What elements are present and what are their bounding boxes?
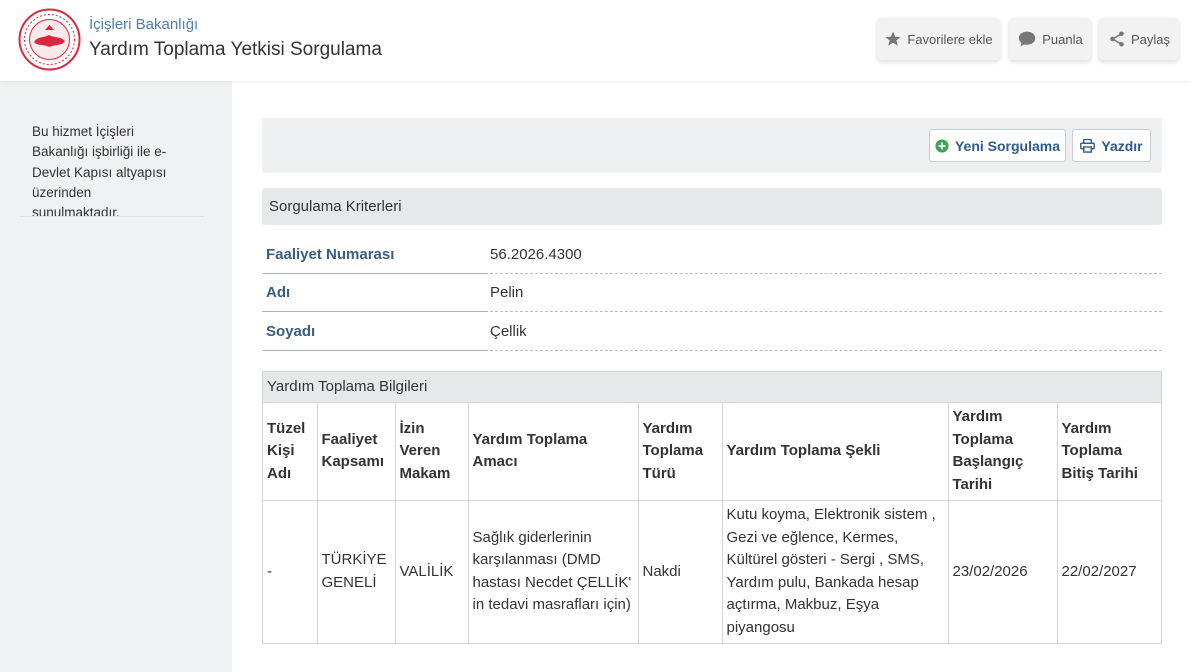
column-header: Yardım Toplama Başlangıç Tarihi	[948, 403, 1058, 501]
table-cell: TÜRKİYE GENELİ	[317, 500, 396, 643]
criteria-row: Faaliyet Numarası 56.2026.4300	[262, 236, 1162, 274]
criteria-label: Adı	[262, 274, 488, 312]
table-cell: Kutu koyma, Elektronik sistem , Gezi ve …	[722, 500, 949, 643]
plus-circle-icon	[935, 138, 949, 153]
share-label: Paylaş	[1130, 31, 1171, 47]
column-header: Faaliyet Kapsamı	[317, 403, 396, 501]
criteria-section-title: Sorgulama Kriterleri	[262, 188, 1162, 225]
criteria-row: Soyadı Çellik	[262, 313, 1162, 351]
column-header: Yardım Toplama Şekli	[722, 403, 949, 501]
criteria-value: Pelin	[490, 274, 1162, 312]
column-header: İzin Veren Makam	[395, 403, 469, 501]
results-table-panel: Yardım Toplama Bilgileri Tüzel Kişi Adı …	[262, 371, 1162, 644]
criteria-label: Soyadı	[262, 313, 488, 351]
criteria-value: Çellik	[490, 313, 1162, 351]
table-cell: -	[263, 500, 318, 643]
criteria-label: Faaliyet Numarası	[262, 236, 488, 274]
table-cell: Sağlık giderlerinin karşılanması (DMD ha…	[468, 500, 639, 643]
rate-label: Puanla	[1042, 31, 1083, 47]
results-table: Tüzel Kişi Adı Faaliyet Kapsamı İzin Ver…	[263, 403, 1161, 643]
table-cell: VALİLİK	[395, 500, 469, 643]
new-query-label: Yeni Sorgulama	[954, 137, 1061, 154]
favorite-label: Favorilere ekle	[907, 31, 993, 47]
table-row: - TÜRKİYE GENELİ VALİLİK Sağlık giderler…	[263, 500, 1161, 643]
share-icon	[1110, 31, 1124, 47]
page-header: İçişleri Bakanlığı Yardım Toplama Yetkis…	[0, 0, 1191, 81]
table-header-row: Tüzel Kişi Adı Faaliyet Kapsamı İzin Ver…	[263, 403, 1161, 501]
star-icon	[885, 31, 901, 46]
sidebar-divider	[20, 216, 204, 217]
ministry-name[interactable]: İçişleri Bakanlığı	[89, 16, 198, 33]
comment-icon	[1019, 31, 1036, 47]
new-query-button[interactable]: Yeni Sorgulama	[929, 129, 1066, 162]
column-header: Yardım Toplama Bitiş Tarihi	[1057, 403, 1161, 501]
share-button[interactable]: Paylaş	[1099, 18, 1179, 60]
print-label: Yazdır	[1101, 137, 1143, 154]
ministry-logo[interactable]	[18, 8, 81, 71]
column-header: Yardım Toplama Amacı	[468, 403, 639, 501]
favorite-button[interactable]: Favorilere ekle	[877, 18, 1000, 60]
table-cell: Nakdi	[638, 500, 723, 643]
print-button[interactable]: Yazdır	[1072, 129, 1151, 162]
page-title: Yardım Toplama Yetkisi Sorgulama	[89, 39, 382, 60]
service-info-text: Bu hizmet İçişleri Bakanlığı işbirliği i…	[32, 124, 167, 221]
column-header: Tüzel Kişi Adı	[263, 403, 318, 501]
printer-icon	[1080, 138, 1096, 153]
criteria-row: Adı Pelin	[262, 274, 1162, 312]
table-cell: 23/02/2026	[948, 500, 1058, 643]
column-header: Yardım Toplama Türü	[638, 403, 723, 501]
rate-button[interactable]: Puanla	[1009, 18, 1091, 60]
table-cell: 22/02/2027	[1061, 562, 1137, 580]
results-table-caption: Yardım Toplama Bilgileri	[263, 372, 1161, 403]
criteria-value: 56.2026.4300	[490, 236, 1162, 274]
